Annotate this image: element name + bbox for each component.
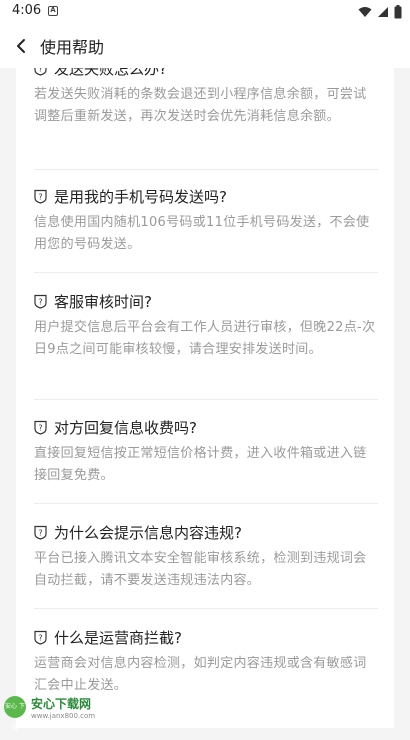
svg-text:?: ? xyxy=(38,297,42,306)
svg-text:?: ? xyxy=(38,633,42,642)
question-icon: ? xyxy=(34,525,47,540)
faq-question-row: ? 什么是运营商拦截? xyxy=(34,625,182,649)
faq-question-row: ? 客服审核时间? xyxy=(34,289,152,313)
divider xyxy=(34,399,378,400)
svg-text:?: ? xyxy=(38,528,42,537)
svg-text:?: ? xyxy=(38,68,42,73)
faq-question: 是用我的手机号码发送吗? xyxy=(54,187,227,206)
page-title: 使用帮助 xyxy=(40,38,105,57)
faq-answer: 平台已接入腾讯文本安全智能审核系统，检测到违规词会自动拦截，请不要发送违规违法内… xyxy=(34,551,367,588)
signal-icon xyxy=(378,7,388,17)
watermark-logo: 安心 下载 xyxy=(4,696,26,732)
watermark-name: 安心下载网 xyxy=(31,697,92,711)
faq-question: 什么是运营商拦截? xyxy=(54,628,182,647)
app-header: 使用帮助 xyxy=(0,24,410,68)
faq-question-row: ? 对方回复信息收费吗? xyxy=(34,415,197,439)
faq-question: 客服审核时间? xyxy=(54,292,152,311)
question-icon: ? xyxy=(34,630,47,645)
battery-icon xyxy=(394,5,402,19)
divider xyxy=(34,608,378,609)
divider xyxy=(34,169,378,170)
back-arrow-icon[interactable] xyxy=(8,32,36,60)
faq-answer: 信息使用国内随机106号码或11位手机号码发送，不会使用您的号码发送。 xyxy=(34,215,370,252)
faq-question: 发送失败怎么办? xyxy=(54,68,167,78)
question-icon: ? xyxy=(34,420,47,435)
faq-answer: 直接回复短信按正常短信价格计费，进入收件箱或进入链接回复免费。 xyxy=(34,446,367,483)
divider xyxy=(34,272,378,273)
question-icon: ? xyxy=(34,189,47,204)
faq-question-row: ? 为什么会提示信息内容违规? xyxy=(34,520,242,544)
question-icon: ? xyxy=(34,68,47,76)
faq-answer: 若发送失败消耗的条数会退还到小程序信息余额，可尝试调整后重新发送，再次发送时会优… xyxy=(34,87,367,124)
faq-question-row: ? 发送失败怎么办? xyxy=(34,68,167,80)
notification-icon: A xyxy=(48,6,58,16)
status-icons xyxy=(358,4,402,20)
svg-text:?: ? xyxy=(38,192,42,201)
status-bar: 4:06 A xyxy=(0,0,410,24)
watermark: 安心 下载 安心下载网 www.janx800.com xyxy=(4,692,104,732)
faq-question: 对方回复信息收费吗? xyxy=(54,418,197,437)
question-icon: ? xyxy=(34,294,47,309)
faq-answer: 运营商会对信息内容检测，如判定内容违规或含有敏感词汇会中止发送。 xyxy=(34,656,367,693)
svg-text:?: ? xyxy=(38,423,42,432)
watermark-url: www.janx800.com xyxy=(31,712,96,720)
faq-question-row: ? 是用我的手机号码发送吗? xyxy=(34,184,227,208)
faq-list: ? 发送失败怎么办? 若发送失败消耗的条数会退还到小程序信息余额，可尝试调整后重… xyxy=(16,68,394,728)
divider xyxy=(34,503,378,504)
status-time: 4:06 xyxy=(12,3,42,18)
wifi-icon xyxy=(358,7,372,17)
faq-answer: 用户提交信息后平台会有工作人员进行审核，但晚22点-次日9点之间可能审核较慢，请… xyxy=(34,320,376,357)
faq-question: 为什么会提示信息内容违规? xyxy=(54,523,242,542)
